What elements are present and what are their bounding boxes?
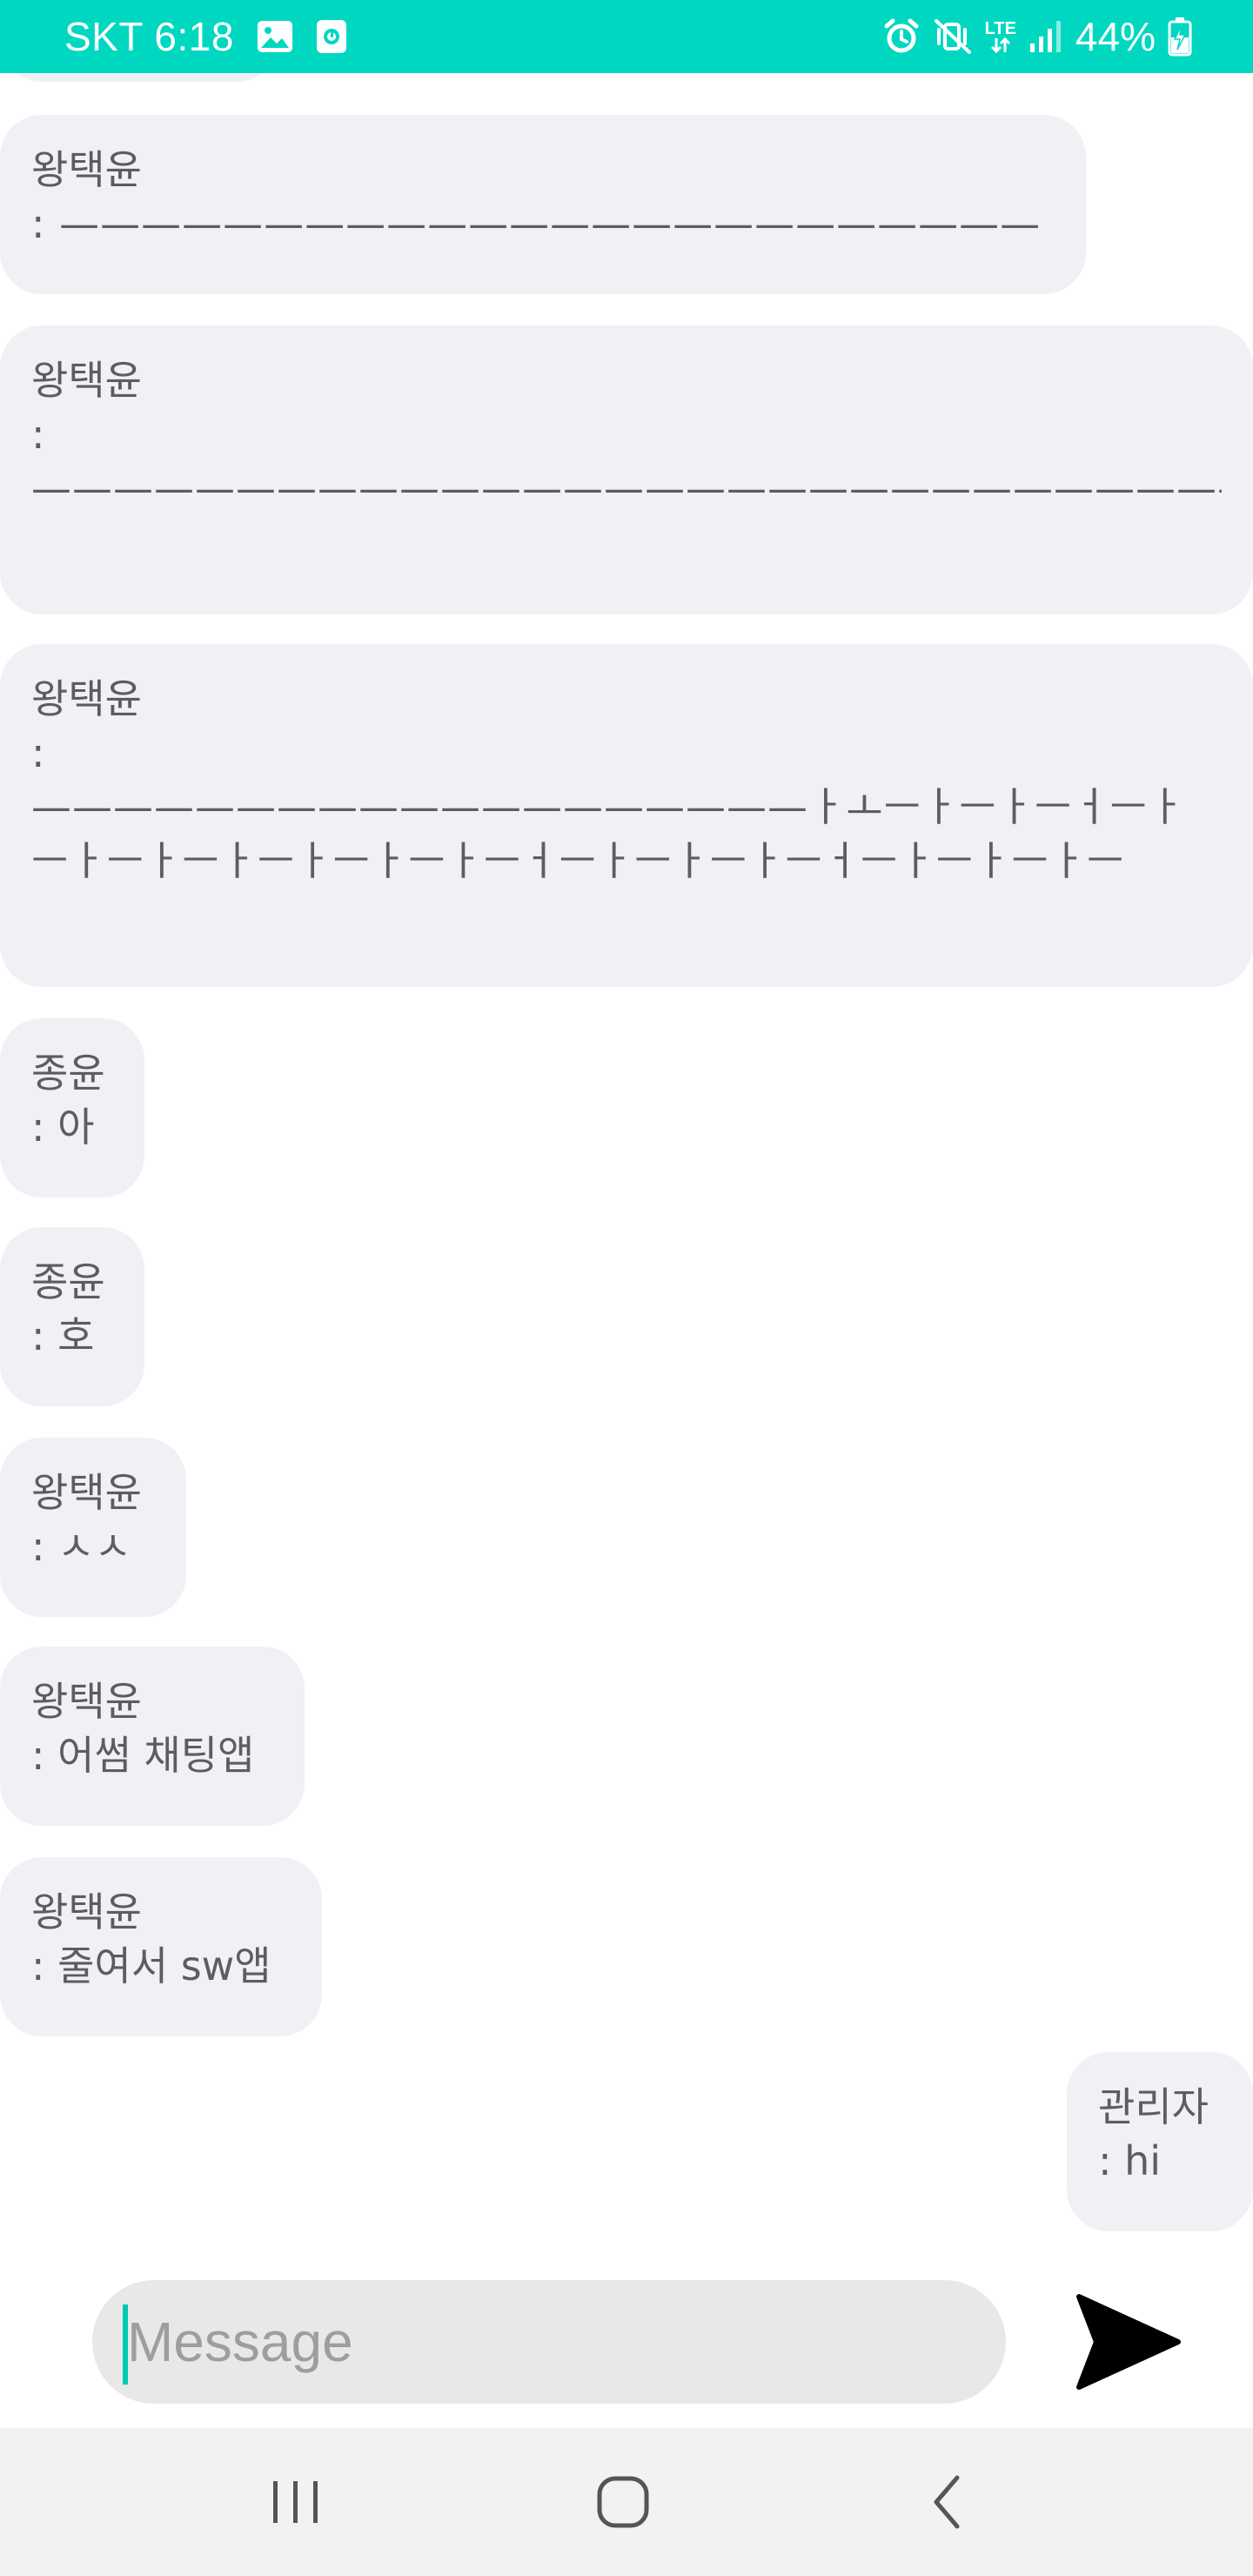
send-button[interactable]: [1067, 2285, 1189, 2398]
message-sender: 종윤: [31, 1258, 105, 1305]
message-text: : 호: [31, 1312, 95, 1359]
status-right: LTE 44%: [882, 0, 1192, 73]
status-left: SKT 6:18: [64, 0, 347, 73]
message-sender: 왕택윤: [31, 675, 142, 722]
message-sender: 종윤: [31, 1050, 105, 1097]
message-bubble[interactable]: 종윤 : 아: [0, 1018, 144, 1197]
chat-message-list[interactable]: 왕택윤 : ———————————————————————— 왕택윤 : ———…: [0, 73, 1253, 2275]
message-bubble[interactable]: 왕택윤 : 줄여서 sw앱: [0, 1857, 322, 2036]
vibrate-mute-icon: [933, 17, 973, 56]
signal-icon: [1029, 19, 1063, 54]
back-button[interactable]: [860, 2428, 1034, 2576]
back-icon: [934, 2475, 960, 2529]
battery-percent: 44%: [1075, 14, 1156, 59]
message-bubble[interactable]: 왕택윤 : ㅅㅅ: [0, 1438, 186, 1617]
message-bubble[interactable]: 왕택윤 : ——————————————————————————————————…: [0, 325, 1253, 614]
system-navigation-bar: [0, 2428, 1253, 2576]
home-icon: [597, 2476, 649, 2528]
message-text: : ——————————————————————————————————————…: [31, 411, 1222, 512]
message-bubble-own[interactable]: 관리자 : hi: [1067, 2052, 1253, 2231]
message-bubble-partial: [0, 73, 278, 82]
message-sender: 왕택윤: [31, 1469, 142, 1516]
message-sender: 관리자: [1098, 2083, 1209, 2130]
message-sender: 왕택윤: [31, 1678, 142, 1725]
carrier-time: SKT 6:18: [64, 14, 234, 59]
message-bubble[interactable]: 왕택윤 : ———————————————————ㅏㅗㅡㅏㅡㅏㅡㅓㅡㅏㅡㅏㅡㅏㅡ…: [0, 644, 1253, 987]
message-text: : 줄여서 sw앱: [31, 1942, 271, 1989]
message-text: : ———————————————————ㅏㅗㅡㅏㅡㅏㅡㅓㅡㅏㅡㅏㅡㅏㅡㅏㅡㅏㅡ…: [31, 729, 1186, 884]
message-text: : 아: [31, 1104, 95, 1150]
battery-charging-icon: [1168, 17, 1192, 57]
message-bubble[interactable]: 왕택윤 : ————————————————————————: [0, 115, 1086, 294]
message-bubble[interactable]: 왕택윤 : 어썸 채팅앱: [0, 1647, 305, 1826]
network-type: LTE: [984, 19, 1016, 38]
message-bubble[interactable]: 종윤 : 호: [0, 1227, 144, 1406]
message-text: : ㅅㅅ: [31, 1523, 131, 1570]
send-icon: [1076, 2294, 1181, 2390]
recent-apps-button[interactable]: [209, 2428, 383, 2576]
message-text: : 어썸 채팅앱: [31, 1732, 255, 1779]
message-sender: 왕택윤: [31, 146, 142, 193]
home-button[interactable]: [536, 2428, 710, 2576]
message-input[interactable]: [92, 2280, 1006, 2404]
screenshot-icon: [316, 19, 347, 54]
image-icon: [257, 20, 293, 53]
message-text: : ————————————————————————: [31, 200, 1042, 247]
alarm-icon: [882, 17, 921, 56]
text-caret: [123, 2304, 128, 2385]
message-text: : hi: [1098, 2137, 1162, 2184]
status-bar: SKT 6:18 LTE 44%: [0, 0, 1253, 73]
recent-apps-icon: [273, 2481, 318, 2523]
message-sender: 왕택윤: [31, 357, 142, 404]
lte-data-icon: LTE: [985, 20, 1016, 53]
message-sender: 왕택윤: [31, 1888, 142, 1935]
message-composer: [0, 2275, 1253, 2428]
